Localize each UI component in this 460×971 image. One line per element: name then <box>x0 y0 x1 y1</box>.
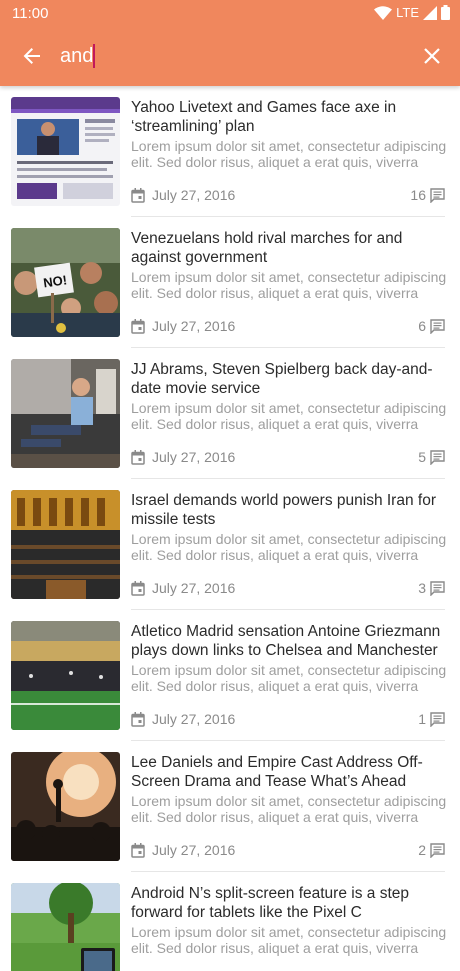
date-label: July 27, 2016 <box>152 318 236 334</box>
app-bar: 11:00 LTE <box>0 0 460 86</box>
list-item[interactable]: Israel demands world powers punish Iran … <box>0 479 460 610</box>
article-date: July 27, 2016 <box>131 449 235 465</box>
man-on-sofa-photo <box>11 359 120 468</box>
comment-icon <box>430 449 445 465</box>
comment-icon <box>430 580 445 596</box>
article-title: Atletico Madrid sensation Antoine Griezm… <box>131 623 441 659</box>
date-label: July 27, 2016 <box>152 449 236 465</box>
article-title: Lee Daniels and Empire Cast Address Off-… <box>131 754 423 790</box>
comment-count-label: 5 <box>418 449 426 465</box>
list-item[interactable]: Android N’s split-screen feature is a st… <box>0 872 460 971</box>
list-item[interactable]: Yahoo Livetext and Games face axe in ‘st… <box>0 86 460 217</box>
calendar-icon <box>131 449 145 465</box>
comment-icon <box>430 187 445 203</box>
article-excerpt: Lorem ipsum dolor sit amet, consectetur … <box>131 924 447 956</box>
list-item[interactable]: JJ Abrams, Steven Spielberg back day-and… <box>0 348 460 479</box>
article-title: Yahoo Livetext and Games face axe in ‘st… <box>131 99 397 135</box>
back-button[interactable] <box>18 42 46 70</box>
comment-count-label: 2 <box>418 842 426 858</box>
parliament-photo <box>11 490 120 599</box>
article-title: JJ Abrams, Steven Spielberg back day-and… <box>131 361 433 397</box>
article-title: Venezuelans hold rival marches for and a… <box>131 230 403 266</box>
article-date: July 27, 2016 <box>131 711 235 727</box>
article-date: July 27, 2016 <box>131 187 235 203</box>
comment-icon <box>430 318 445 334</box>
network-type: LTE <box>396 5 419 20</box>
battery-icon <box>441 5 450 20</box>
date-label: July 27, 2016 <box>152 842 236 858</box>
article-excerpt: Lorem ipsum dolor sit amet, consectetur … <box>131 793 447 825</box>
comment-count-label: 3 <box>418 580 426 596</box>
article-excerpt: Lorem ipsum dolor sit amet, consectetur … <box>131 269 447 301</box>
calendar-icon <box>131 318 145 334</box>
article-excerpt: Lorem ipsum dolor sit amet, consectetur … <box>131 662 447 694</box>
article-excerpt: Lorem ipsum dolor sit amet, consectetur … <box>131 531 447 563</box>
comment-icon <box>430 711 445 727</box>
protest-photo: NO! <box>11 228 120 337</box>
comment-count[interactable]: 5 <box>418 449 445 465</box>
wifi-icon <box>374 5 393 20</box>
calendar-icon <box>131 187 145 203</box>
close-icon <box>423 47 441 65</box>
comment-count-label: 6 <box>418 318 426 334</box>
article-excerpt: Lorem ipsum dolor sit amet, consectetur … <box>131 400 447 432</box>
date-label: July 27, 2016 <box>152 711 236 727</box>
article-date: July 27, 2016 <box>131 318 235 334</box>
signal-icon <box>423 5 437 20</box>
calendar-icon <box>131 711 145 727</box>
search-input[interactable] <box>60 40 380 72</box>
status-time: 11:00 <box>12 5 49 22</box>
article-title: Israel demands world powers punish Iran … <box>131 492 436 528</box>
date-label: July 27, 2016 <box>152 580 236 596</box>
article-date: July 27, 2016 <box>131 842 235 858</box>
comment-count-label: 1 <box>418 711 426 727</box>
clear-search-button[interactable] <box>418 42 446 70</box>
calendar-icon <box>131 842 145 858</box>
concert-photo <box>11 752 120 861</box>
comment-count[interactable]: 2 <box>418 842 445 858</box>
article-title: Android N’s split-screen feature is a st… <box>131 885 409 921</box>
status-bar: 11:00 LTE <box>0 0 460 28</box>
date-label: July 27, 2016 <box>152 187 236 203</box>
comment-count[interactable]: 3 <box>418 580 445 596</box>
comment-count-label: 16 <box>410 187 426 203</box>
comment-icon <box>430 842 445 858</box>
article-excerpt: Lorem ipsum dolor sit amet, consectetur … <box>131 138 447 170</box>
status-icons: LTE <box>374 5 450 20</box>
article-date: July 27, 2016 <box>131 580 235 596</box>
tablet-in-park-photo <box>11 883 120 971</box>
arrow-back-icon <box>22 46 42 66</box>
list-item[interactable]: NO! Venezuelans hold rival marches for a… <box>0 217 460 348</box>
stadium-photo <box>11 621 120 730</box>
comment-count[interactable]: 6 <box>418 318 445 334</box>
calendar-icon <box>131 580 145 596</box>
web-page-photo <box>11 97 120 206</box>
comment-count[interactable]: 16 <box>410 187 445 203</box>
list-item[interactable]: Lee Daniels and Empire Cast Address Off-… <box>0 741 460 872</box>
comment-count[interactable]: 1 <box>418 711 445 727</box>
text-caret <box>93 44 95 68</box>
list-item[interactable]: Atletico Madrid sensation Antoine Griezm… <box>0 610 460 741</box>
